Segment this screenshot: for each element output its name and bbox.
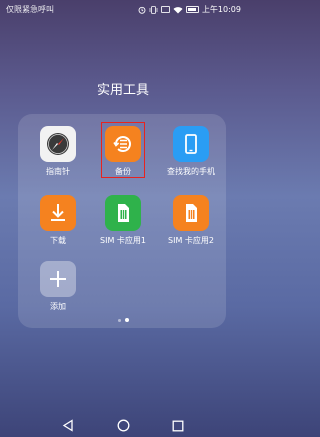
page-dot-active xyxy=(124,318,129,322)
app-find-my-phone[interactable]: 查找我的手机 xyxy=(156,126,226,177)
sim-icon xyxy=(173,195,209,231)
add-icon xyxy=(40,261,76,297)
folder-title: 实用工具 xyxy=(96,83,149,98)
app-sim-2[interactable]: SIM 卡应用2 xyxy=(156,195,226,246)
compass-icon xyxy=(40,126,76,162)
app-compass[interactable]: 指南针 xyxy=(23,126,93,177)
carrier-text: 仅限紧急呼叫 xyxy=(6,5,54,14)
highlight-box xyxy=(101,122,145,178)
recents-button[interactable] xyxy=(172,417,184,436)
download-icon xyxy=(40,195,76,231)
sim-icon xyxy=(105,195,141,231)
battery-icon xyxy=(185,6,199,13)
page-dot xyxy=(117,319,121,322)
app-label: 下载 xyxy=(50,236,66,245)
app-sim-1[interactable]: SIM 卡应用1 xyxy=(88,195,158,246)
status-icons: 上午10:09 xyxy=(138,4,241,15)
app-download[interactable]: 下载 xyxy=(23,195,93,246)
home-icon xyxy=(117,419,130,432)
navigation-bar xyxy=(0,410,246,437)
app-label: 指南针 xyxy=(46,167,70,176)
wifi-icon xyxy=(173,6,183,13)
back-button[interactable] xyxy=(62,417,74,436)
alarm-icon xyxy=(138,6,146,14)
app-label: SIM 卡应用2 xyxy=(168,236,214,245)
page-indicator xyxy=(0,318,246,322)
app-add[interactable]: 添加 xyxy=(23,261,93,312)
back-icon xyxy=(62,419,73,432)
app-label: 查找我的手机 xyxy=(167,167,215,176)
home-button[interactable] xyxy=(117,417,130,436)
app-label: 添加 xyxy=(50,302,66,311)
clock: 上午10:09 xyxy=(201,5,241,14)
app-label: SIM 卡应用1 xyxy=(100,236,146,245)
find-phone-icon xyxy=(173,126,209,162)
signal-icon xyxy=(160,6,170,13)
recents-icon xyxy=(172,420,184,432)
vibrate-icon xyxy=(149,5,158,14)
status-bar: 仅限紧急呼叫 上午10:09 xyxy=(0,0,246,18)
